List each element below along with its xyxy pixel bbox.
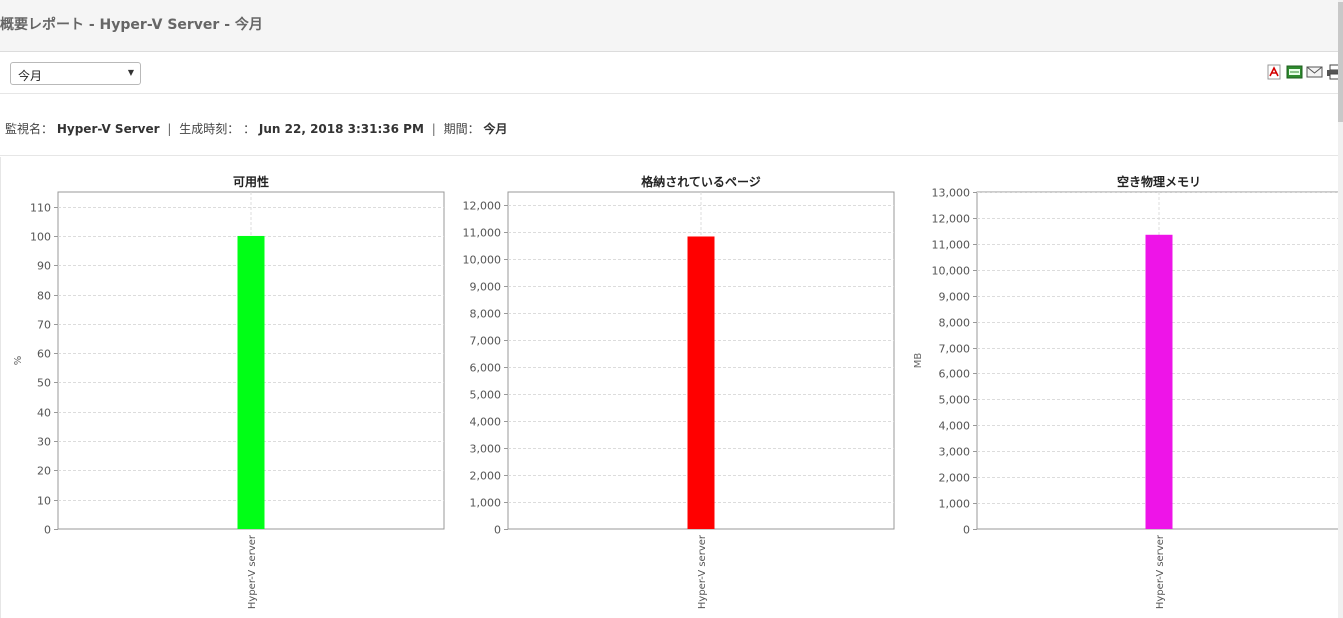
free-physical-memory-chart: 空き物理メモリ 0 1,000 2,000 3,000 4,000 5,000 6,000 7,… [913,174,1342,609]
period-select[interactable]: 今月 ▼ [10,62,141,85]
title-bar: 概要レポート - Hyper-V Server - 今月 [0,0,1343,52]
y-tick-label: 3,000 [939,446,971,459]
generated-value: Jun 22, 2018 3:31:36 PM [258,122,424,136]
meta-separator: | [431,122,436,136]
y-tick-label: 110 [30,202,51,215]
y-tick-label: 100 [30,231,51,244]
period-select-value: 今月 [18,69,43,83]
y-tick-label: 8,000 [470,308,502,321]
x-category-label: Hyper-V server [247,534,258,609]
y-tick-label: 4,000 [939,420,971,433]
export-icons [1266,64,1343,80]
y-tick-label: 9,000 [939,291,971,304]
chart-title: 格納されているページ [641,174,760,189]
y-tick-label: 1,000 [470,497,502,510]
y-tick-label: 90 [37,260,51,273]
chevron-down-icon: ▼ [127,68,134,77]
y-tick-label: 8,000 [939,317,971,330]
y-tick-label: 7,000 [470,335,502,348]
y-tick-label: 0 [44,524,51,537]
generated-label: 生成時刻： [179,122,240,136]
y-tick-label: 10 [37,495,51,508]
y-tick-label: 11,000 [463,227,502,240]
y-tick-label: 4,000 [470,416,502,429]
x-category-label: Hyper-V server [697,534,708,609]
bar [1145,234,1173,529]
y-tick-label: 50 [37,377,51,390]
report-meta: 監視名： Hyper-V Server | 生成時刻： ： Jun 22, 20… [0,94,1343,156]
y-tick-label: 12,000 [463,200,502,213]
monitor-value: Hyper-V Server [56,122,160,136]
period-value: 今月 [483,122,508,136]
y-tick-label: 10,000 [932,265,971,278]
y-tick-label: 1,000 [939,498,971,511]
y-tick-label: 9,000 [470,281,502,294]
chart-title: 空き物理メモリ [1117,174,1201,189]
meta-line: 監視名： Hyper-V Server | 生成時刻： ： Jun 22, 20… [5,120,507,137]
chart-title: 可用性 [233,174,269,189]
charts-area: 可用性 0 10 20 30 40 50 60 70 80 90 100 110 Hyper-V serv… [0,157,1342,618]
bar [237,235,265,529]
meta-separator: | [167,122,172,136]
y-tick-label: 60 [37,348,51,361]
availability-chart: 可用性 0 10 20 30 40 50 60 70 80 90 100 110 Hyper-V serv… [13,174,445,609]
stored-pages-chart: 格納されているページ 0 1,000 2,000 3,000 4,000 5,000 6,00… [463,174,895,609]
y-tick-label: 13,000 [932,187,971,200]
y-tick-label: 70 [37,319,51,332]
y-tick-label: 6,000 [939,368,971,381]
y-tick-label: 30 [37,436,51,449]
y-tick-label: 11,000 [932,239,971,252]
y-axis-label: % [13,356,24,366]
y-tick-label: 2,000 [470,470,502,483]
generated-colon: ： [243,122,256,136]
vertical-scrollbar[interactable] [1338,0,1343,618]
y-axis-label: MB [913,353,924,369]
y-tick-label: 5,000 [470,389,502,402]
y-tick-label: 80 [37,290,51,303]
y-tick-label: 20 [37,465,51,478]
y-tick-label: 6,000 [470,362,502,375]
y-tick-label: 10,000 [463,254,502,267]
x-category-label: Hyper-V server [1155,534,1166,609]
bar [687,236,715,529]
y-tick-label: 7,000 [939,343,971,356]
y-tick-label: 5,000 [939,394,971,407]
y-tick-label: 2,000 [939,472,971,485]
period-label: 期間： [443,122,480,136]
scrollbar-thumb[interactable] [1338,2,1343,122]
mail-icon[interactable] [1306,64,1323,80]
page-title: 概要レポート - Hyper-V Server - 今月 [0,17,263,33]
y-tick-label: 40 [37,407,51,420]
csv-icon[interactable] [1286,64,1303,80]
pdf-icon[interactable] [1266,64,1283,80]
y-tick-label: 0 [963,524,970,537]
y-tick-label: 12,000 [932,213,971,226]
toolbar: 今月 ▼ [0,52,1343,94]
y-tick-label: 3,000 [470,443,502,456]
monitor-label: 監視名： [5,122,54,136]
y-tick-label: 0 [494,524,501,537]
